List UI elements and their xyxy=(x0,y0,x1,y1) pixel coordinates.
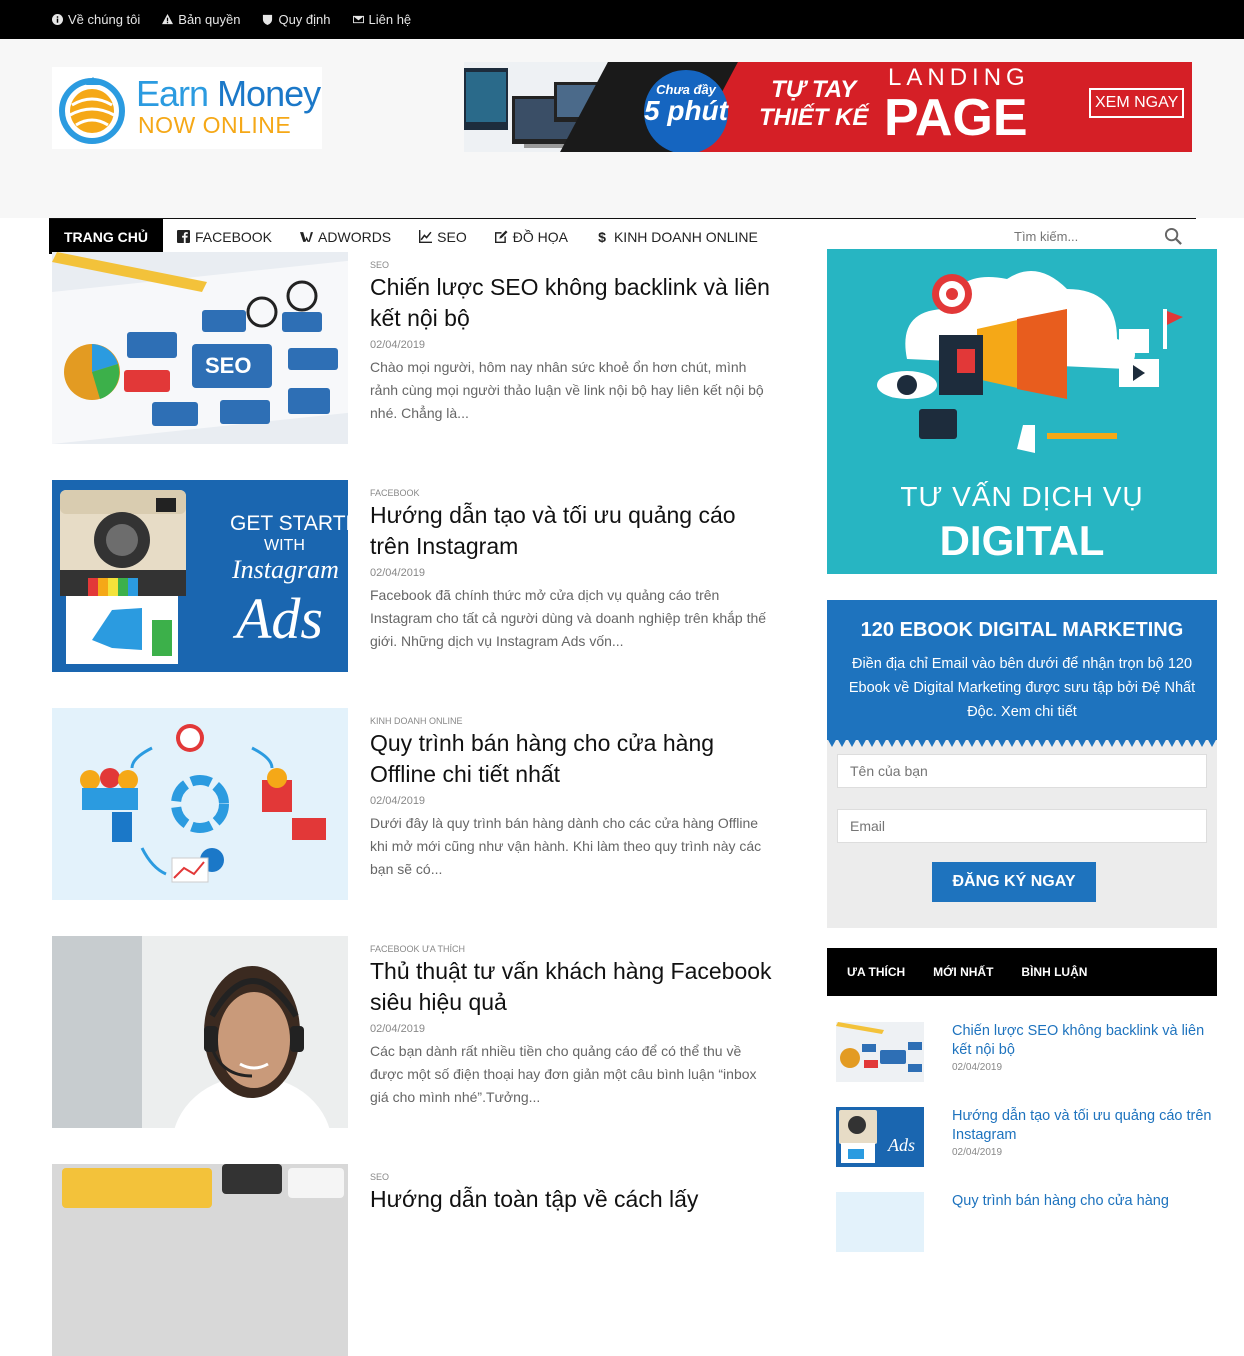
nav-item-graphics[interactable]: ĐỒ HỌA xyxy=(481,219,582,254)
marketing-illustration xyxy=(877,271,1183,453)
post-date: 02/04/2019 xyxy=(370,795,426,807)
facebook-icon xyxy=(177,230,190,243)
post-excerpt: Facebook đã chính thức mở cửa dịch vụ qu… xyxy=(370,587,767,649)
widget-post-date: 02/04/2019 xyxy=(952,1147,1003,1158)
adwords-icon xyxy=(300,232,314,242)
tab-comments[interactable]: BÌNH LUẬN xyxy=(1021,965,1087,979)
post-category[interactable]: FACEBOOK xyxy=(370,488,420,498)
site-logo[interactable]: Earn Money NOW ONLINE xyxy=(52,67,322,149)
widget-post-thumbnail[interactable] xyxy=(836,1192,924,1252)
warning-icon xyxy=(162,14,174,25)
post-date: 02/04/2019 xyxy=(370,339,426,351)
ebook-header: 120 EBOOK DIGITAL MARKETING Điền địa chỉ… xyxy=(827,600,1217,740)
line-chart-icon xyxy=(419,230,433,243)
zigzag-divider xyxy=(827,738,1217,747)
thumb-text-1: GET STARTED xyxy=(230,512,348,535)
rules-link[interactable]: Quy định xyxy=(262,12,331,27)
banner-cta-button[interactable]: XEM NGAY xyxy=(1089,88,1185,118)
ebook-description: Điền địa chỉ Email vào bên dưới để nhận … xyxy=(848,656,1196,720)
post-title[interactable]: Hướng dẫn tạo và tối ưu quảng cáo trên I… xyxy=(370,500,775,562)
post-category[interactable]: FACEBOOK ƯA THÍCH xyxy=(370,944,465,954)
post-title[interactable]: Quy trình bán hàng cho cửa hàng Offline … xyxy=(370,728,775,790)
svg-text:$: $ xyxy=(598,230,606,243)
about-link[interactable]: Về chúng tôi xyxy=(52,12,140,27)
top-links: Về chúng tôi Bản quyền Quy định Liên hệ xyxy=(52,12,411,27)
post-excerpt: Chào mọi người, hôm nay nhân sức khoẻ ổn… xyxy=(370,359,764,421)
search-input[interactable] xyxy=(1014,223,1164,250)
post-title[interactable]: Thủ thuật tư vấn khách hàng Facebook siê… xyxy=(370,956,775,1018)
widget-post: Ads Hướng dẫn tạo và tối ưu quảng cáo tr… xyxy=(827,1107,1217,1167)
post-title[interactable]: Chiến lược SEO không backlink và liên kế… xyxy=(370,272,775,334)
dollar-icon: $ xyxy=(598,230,606,243)
widget-post: Chiến lược SEO không backlink và liên kế… xyxy=(827,1022,1217,1082)
post-category[interactable]: KINH DOANH ONLINE xyxy=(370,716,463,726)
widget-post-date: 02/04/2019 xyxy=(952,1062,1003,1073)
post-item: SEO Hướng dẫn toàn tập về cách lấy xyxy=(52,1164,772,1356)
nav-item-online-business[interactable]: $ KINH DOANH ONLINE xyxy=(582,219,772,254)
widget-post-title[interactable]: Hướng dẫn tạo và tối ưu quảng cáo trên I… xyxy=(952,1107,1212,1145)
post-excerpt: Dưới đây là quy trình bán hàng dành cho … xyxy=(370,815,762,877)
top-bar: Về chúng tôi Bản quyền Quy định Liên hệ xyxy=(0,0,1244,39)
widget-post: Quy trình bán hàng cho cửa hàng xyxy=(827,1192,1217,1252)
rules-link-label: Quy định xyxy=(278,12,331,27)
svg-text:SEO: SEO xyxy=(205,353,251,378)
envelope-icon xyxy=(352,15,364,24)
tab-popular[interactable]: ƯA THÍCH xyxy=(847,965,905,979)
copyright-link-label: Bản quyền xyxy=(178,12,241,27)
thumb-text-3: Instagram xyxy=(231,555,339,584)
post-thumbnail[interactable] xyxy=(52,708,348,900)
nav-item-adwords[interactable]: ADWORDS xyxy=(286,219,405,254)
banner-page: PAGE xyxy=(884,89,1028,147)
search-icon[interactable] xyxy=(1164,227,1183,246)
post-date: 02/04/2019 xyxy=(370,1023,426,1035)
digital-marketing-ad[interactable]: TƯ VẤN DỊCH VỤ DIGITAL MARKETING xyxy=(827,249,1217,574)
ebook-title: 120 EBOOK DIGITAL MARKETING xyxy=(860,619,1184,641)
post-date: 02/04/2019 xyxy=(370,567,426,579)
post-excerpt: Các bạn dành rất nhiều tiền cho quảng cá… xyxy=(370,1043,757,1105)
widget-post-thumbnail[interactable]: Ads xyxy=(836,1107,924,1167)
ebook-signup-widget: 120 EBOOK DIGITAL MARKETING Điền địa chỉ… xyxy=(827,600,1217,928)
globe-logo-icon xyxy=(59,77,125,144)
ad-line-2: DIGITAL MARKETING xyxy=(895,517,1149,574)
landing-page-banner[interactable]: Chưa đầy 5 phút TỰ TAY THIẾT KẾ LANDING … xyxy=(464,62,1192,152)
widget-thumb-ads: Ads xyxy=(887,1135,915,1155)
email-field[interactable] xyxy=(837,809,1207,843)
contact-link-label: Liên hệ xyxy=(368,12,412,27)
tab-latest[interactable]: MỚI NHẤT xyxy=(933,965,993,979)
ad-line-1: TƯ VẤN DỊCH VỤ xyxy=(900,481,1144,512)
site-header: Earn Money NOW ONLINE Chưa đầy 5 phút TỰ… xyxy=(0,39,1244,254)
nav-item-facebook[interactable]: FACEBOOK xyxy=(163,219,286,254)
about-link-label: Về chúng tôi xyxy=(68,12,141,27)
nav-item-seo[interactable]: SEO xyxy=(405,219,481,254)
info-icon xyxy=(52,14,63,25)
banner-badge: Chưa đầy 5 phút xyxy=(644,70,728,152)
nav-item-home[interactable]: TRANG CHỦ xyxy=(49,219,163,254)
post-item: GET STARTED WITH Instagram Ads FACEBOOK … xyxy=(52,480,772,672)
post-item: FACEBOOK ƯA THÍCH Thủ thuật tư vấn khách… xyxy=(52,936,772,1128)
sidebar-tabs: ƯA THÍCH MỚI NHẤT BÌNH LUẬN xyxy=(827,948,1217,996)
post-item: KINH DOANH ONLINE Quy trình bán hàng cho… xyxy=(52,708,772,900)
subscribe-button[interactable]: ĐĂNG KÝ NGAY xyxy=(932,862,1096,902)
post-thumbnail[interactable] xyxy=(52,936,348,1128)
banner-tagline: TỰ TAY THIẾT KẾ xyxy=(759,76,869,131)
logo-line-1: Earn Money xyxy=(136,73,321,114)
post-category[interactable]: SEO xyxy=(370,260,389,270)
thumb-text-4: Ads xyxy=(232,586,323,651)
widget-post-thumbnail[interactable] xyxy=(836,1022,924,1082)
thumb-text-2: WITH xyxy=(264,537,305,554)
post-item: SEO SEO Chiến lược SEO không backlink và… xyxy=(52,252,772,444)
post-category[interactable]: SEO xyxy=(370,1172,389,1182)
widget-post-title[interactable]: Chiến lược SEO không backlink và liên kế… xyxy=(952,1022,1212,1060)
contact-link[interactable]: Liên hệ xyxy=(352,12,412,27)
edit-icon xyxy=(494,230,508,243)
post-thumbnail[interactable] xyxy=(52,1164,348,1356)
post-thumbnail[interactable]: GET STARTED WITH Instagram Ads xyxy=(52,480,348,672)
post-thumbnail[interactable]: SEO xyxy=(52,252,348,444)
logo-line-2: NOW ONLINE xyxy=(138,112,292,138)
name-field[interactable] xyxy=(837,754,1207,788)
copyright-link[interactable]: Bản quyền xyxy=(162,12,240,27)
widget-post-title[interactable]: Quy trình bán hàng cho cửa hàng xyxy=(952,1192,1212,1211)
shield-icon xyxy=(263,14,273,25)
